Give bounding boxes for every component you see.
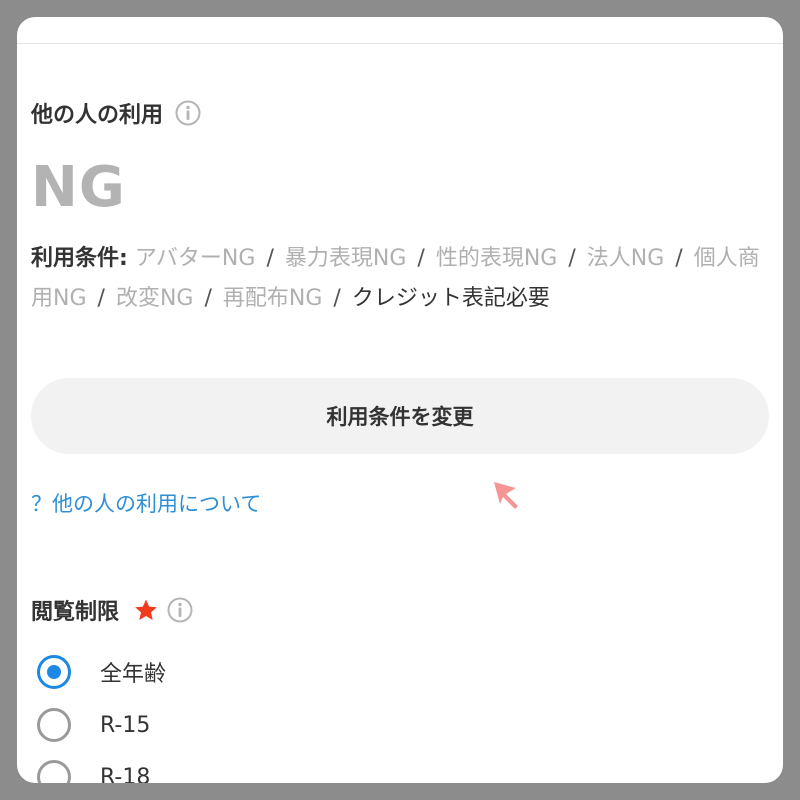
terms-item: 法人NG (586, 246, 665, 271)
terms-separator: / (97, 286, 105, 311)
terms-item: アバターNG (134, 246, 256, 271)
usage-terms: 利用条件: アバターNG / 暴力表現NG / 性的表現NG / 法人NG / 個人商用NG / 改… (31, 239, 766, 319)
radio-label: R-18 (100, 764, 151, 784)
cursor-arrow-icon (494, 482, 518, 509)
terms-separator: / (675, 246, 683, 271)
radio-button[interactable] (37, 760, 71, 783)
change-terms-button[interactable]: 利用条件を変更 (31, 378, 769, 454)
info-icon[interactable] (167, 597, 193, 623)
usage-section-heading: 他の人の利用 (31, 97, 201, 129)
rating-option-r15[interactable]: R-15 (37, 708, 150, 742)
rating-option-r18[interactable]: R-18 (37, 760, 150, 783)
terms-item: 性的表現NG (435, 246, 558, 271)
terms-separator: / (266, 246, 274, 271)
terms-label: 利用条件: (31, 246, 128, 271)
terms-item: 改変NG (115, 286, 194, 311)
terms-separator: / (204, 286, 212, 311)
radio-button[interactable] (37, 655, 71, 689)
rating-section-heading: 閲覧制限 (31, 594, 193, 626)
terms-separator: / (417, 246, 425, 271)
usage-section-title: 他の人の利用 (31, 103, 164, 128)
terms-separator: / (333, 286, 341, 311)
info-icon[interactable] (175, 100, 201, 126)
rating-option-all-ages[interactable]: 全年齢 (37, 655, 166, 689)
terms-item: クレジット表記必要 (351, 286, 550, 311)
radio-label: R-15 (100, 712, 151, 738)
usage-value: NG (31, 155, 126, 220)
radio-button[interactable] (37, 708, 71, 742)
usage-help-link[interactable]: ？他の人の利用について (31, 488, 261, 518)
settings-panel: 他の人の利用 NG 利用条件: アバターNG / 暴力表現NG / 性的表現NG / 法人N… (17, 17, 783, 783)
rating-section-title: 閲覧制限 (31, 600, 120, 625)
terms-item: 再配布NG (222, 286, 323, 311)
top-divider (17, 43, 783, 44)
terms-separator: / (568, 246, 576, 271)
radio-label: 全年齢 (100, 662, 167, 687)
terms-item: 暴力表現NG (284, 246, 407, 271)
required-star-icon (133, 597, 159, 623)
